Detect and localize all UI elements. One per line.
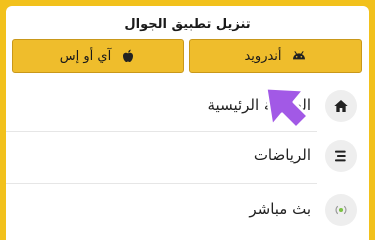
menu-item-label: بث مباشر bbox=[249, 200, 311, 218]
sports-list-icon bbox=[335, 150, 346, 162]
pointer-arrow-icon bbox=[264, 86, 310, 130]
ios-button-label: آي أو إس bbox=[59, 48, 112, 64]
ios-download-button[interactable]: آي أو إس bbox=[12, 39, 184, 73]
live-icon-circle bbox=[325, 194, 357, 226]
android-download-button[interactable]: أندرويد bbox=[189, 39, 362, 73]
menu-item-sports[interactable]: الرياضات bbox=[6, 133, 369, 179]
apple-icon bbox=[123, 49, 134, 62]
menu-item-home[interactable]: الصفحة الرئيسية bbox=[6, 83, 369, 129]
menu-item-label: الرياضات bbox=[253, 146, 311, 164]
sports-icon-circle bbox=[325, 140, 357, 172]
android-icon bbox=[292, 51, 305, 60]
menu-item-live[interactable]: بث مباشر bbox=[6, 187, 369, 233]
home-icon-circle bbox=[325, 90, 357, 122]
menu-divider bbox=[6, 183, 317, 184]
panel-title: تنزيل تطبيق الجوال bbox=[124, 17, 251, 32]
live-broadcast-icon bbox=[335, 205, 347, 215]
android-button-label: أندرويد bbox=[244, 48, 282, 64]
home-icon bbox=[334, 100, 348, 112]
mobile-app-download-panel: تنزيل تطبيق الجوال أندرويد آي أو إس الصف… bbox=[6, 6, 369, 240]
